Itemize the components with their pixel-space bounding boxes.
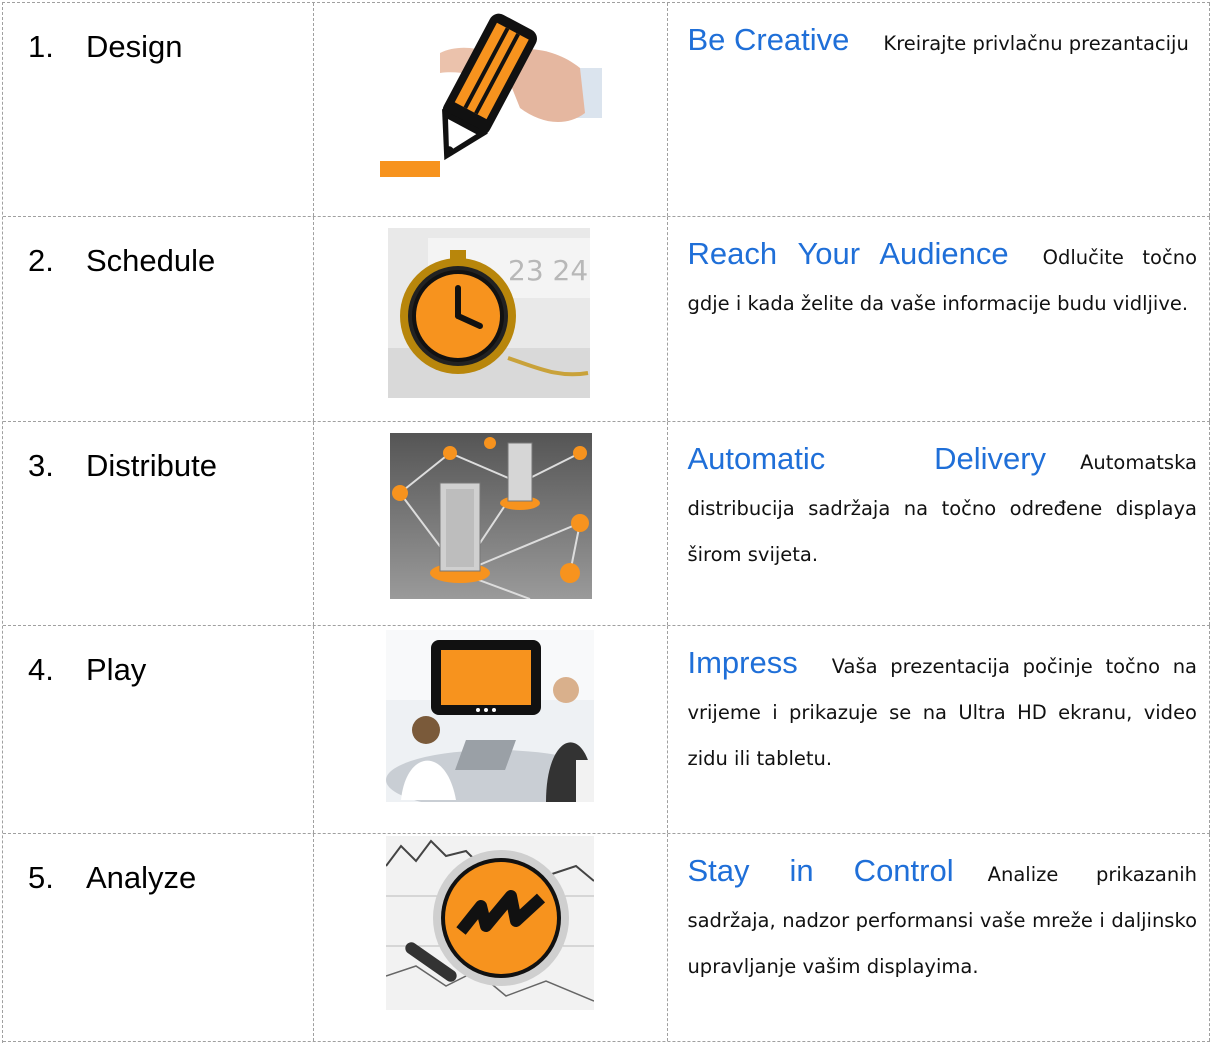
step-image-cell [314,834,669,1041]
step-image-cell: 23 24 [314,217,669,421]
step-image-cell [314,3,669,216]
table-row: 1. Design Be Creative Kreirajte privlačn… [3,3,1210,217]
step-title: Distribute [86,448,217,483]
step-image-cell [314,422,669,625]
table-row: 4. Play Impress Vaša prezentacija počinj… [3,626,1210,834]
step-description: Kreirajte privlačnu prezantaciju [883,32,1189,55]
step-heading: Be Creative [687,22,850,57]
svg-text:23 24: 23 24 [508,254,588,287]
pencil-hand-icon [379,13,602,177]
step-heading: Stay in Control [687,853,954,888]
table-row: 3. Distribute Automatic Delivery Automat… [3,422,1210,626]
table-row: 5. Analyze Stay in Control Analize prika… [3,834,1210,1042]
step-description-cell: Reach Your Audience Odlučite točno gdje i… [668,217,1210,421]
step-label-cell: 1. Design [3,3,314,216]
step-number: 5. [28,860,54,895]
step-image-cell [314,626,669,833]
step-number: 1. [28,29,54,64]
pocket-watch-calendar-icon: 23 24 [387,228,590,398]
steps-table: 1. Design Be Creative Kreirajte privlačn… [2,2,1210,1043]
network-servers-icon [389,433,592,599]
step-number: 3. [28,448,54,483]
step-label-cell: 4. Play [3,626,314,833]
step-title: Design [86,29,183,64]
step-heading: Automatic Delivery [687,441,1047,476]
step-description-cell: Be Creative Kreirajte privlačnu prezantac… [668,3,1210,216]
step-description-cell: Automatic Delivery Automatska distribucij… [668,422,1210,625]
step-title: Play [86,652,147,687]
meeting-screen-icon [385,630,594,802]
step-label-cell: 3. Distribute [3,422,314,625]
step-label-cell: 2. Schedule [3,217,314,421]
step-number: 2. [28,243,54,278]
step-description-cell: Impress Vaša prezentacija počinje točno n… [668,626,1210,833]
step-number: 4. [28,652,54,687]
step-description-cell: Stay in Control Analize prikazanih sadrža… [668,834,1210,1041]
step-title: Schedule [86,243,216,278]
step-heading: Reach Your Audience [687,236,1009,271]
magnifier-chart-icon [385,836,594,1010]
step-heading: Impress [687,645,798,680]
step-title: Analyze [86,860,197,895]
step-label-cell: 5. Analyze [3,834,314,1041]
table-row: 2. Schedule 23 24 Reach Your Audience Od… [3,217,1210,422]
